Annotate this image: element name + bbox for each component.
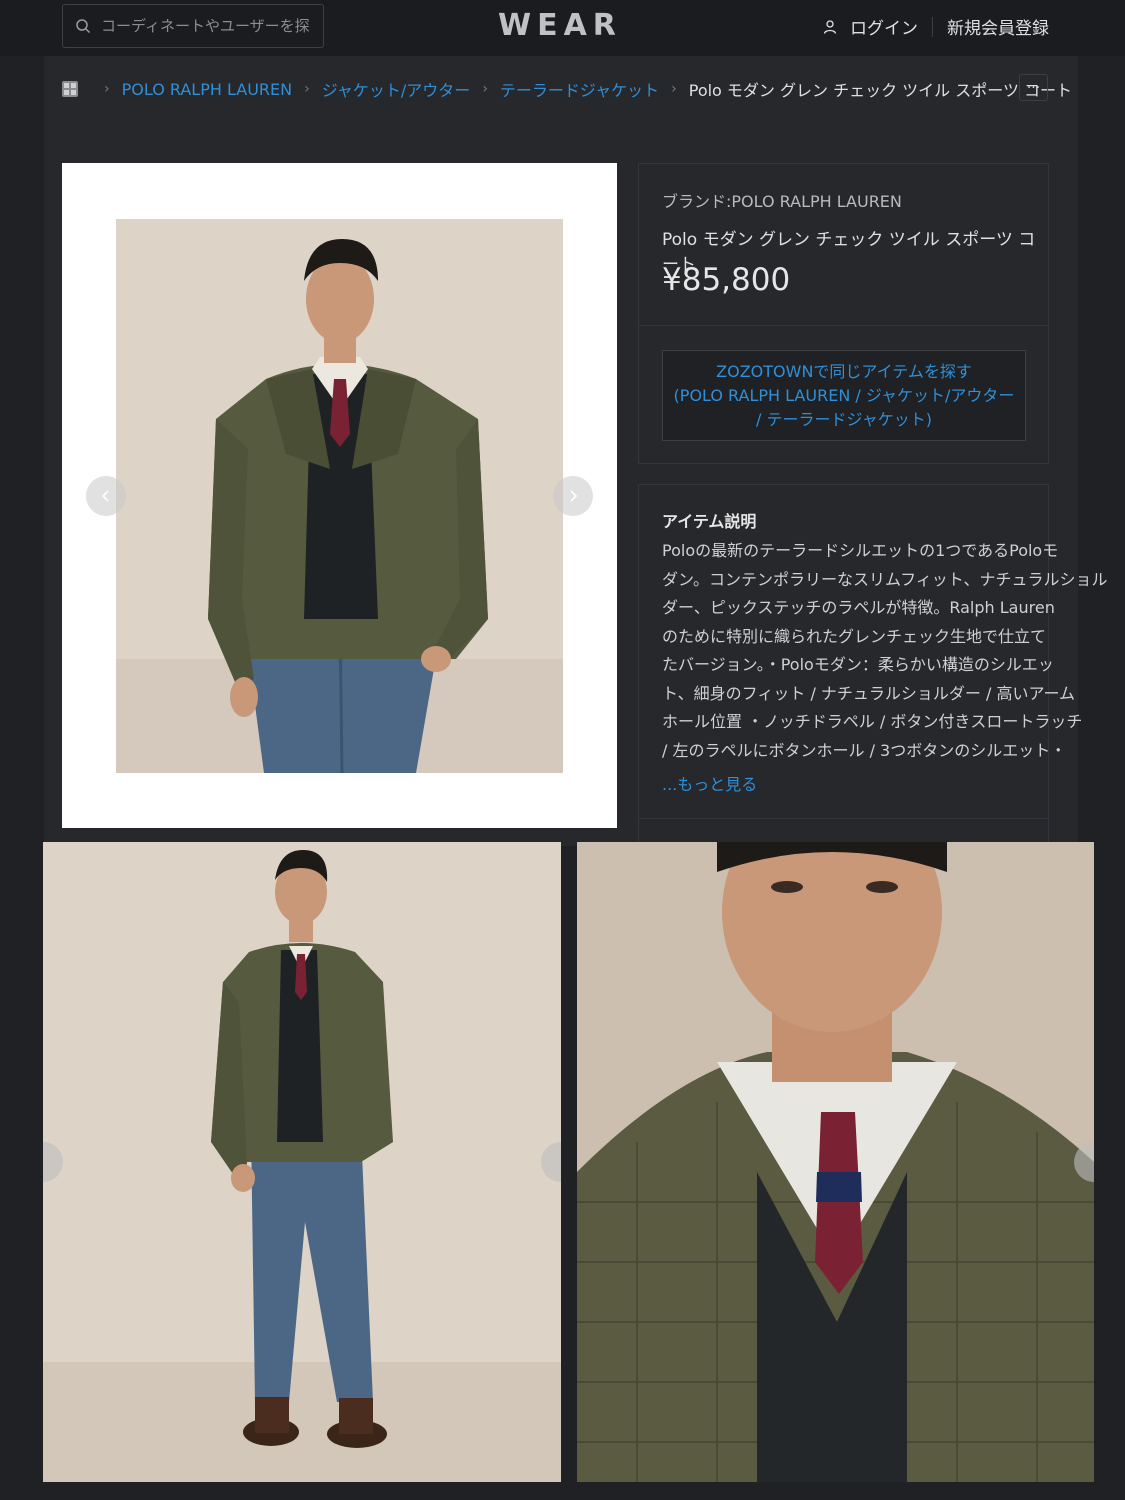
- more-options-button[interactable]: ···: [1019, 74, 1048, 101]
- product-photo-full-body: [43, 842, 561, 1482]
- search-box[interactable]: [62, 4, 324, 48]
- item-description-card: アイテム説明 Poloの最新のテーラードシルエットの1つであるPoloモ ダン。…: [638, 484, 1108, 846]
- login-link[interactable]: ログイン: [822, 14, 918, 39]
- description-line: たバージョン。・Poloモダン：柔らかい構造のシルエッ: [662, 655, 1054, 674]
- divider: [639, 818, 1048, 819]
- next-image-button[interactable]: [553, 476, 593, 516]
- header-account-links: ログイン 新規会員登録: [822, 14, 1049, 39]
- user-icon: [823, 19, 837, 34]
- site-header: WEAR ログイン 新規会員登録: [0, 0, 1125, 56]
- register-link[interactable]: 新規会員登録: [947, 14, 1049, 39]
- description-line: / 左のラペルにボタンホール / 3つボタンのシルエット・: [662, 740, 1067, 760]
- description-line: のために特別に織られたグレンチェック生地で仕立て: [662, 626, 1047, 646]
- product-photo-main: [116, 219, 563, 773]
- zozo-button-line: / テーラードジャケット): [756, 409, 932, 429]
- product-brand: ブランド:POLO RALPH LAUREN: [662, 192, 902, 211]
- chevron-right-icon: [570, 490, 578, 502]
- divider: [639, 325, 1048, 326]
- product-info-card: ブランド:POLO RALPH LAUREN Polo モダン グレン チェック…: [638, 163, 1049, 464]
- product-photo-closeup: [577, 842, 1094, 1482]
- breadcrumb: › POLO RALPH LAUREN › ジャケット/アウター › テーラード…: [62, 76, 1072, 102]
- login-label: ログイン: [850, 19, 918, 39]
- home-icon[interactable]: [62, 81, 78, 97]
- chevron-right-icon: ›: [482, 81, 488, 97]
- description-line: ダン。コンテンポラリーなスリムフィット、ナチュラルショル: [662, 569, 1108, 589]
- description-line: ホール位置 ・ノッチドラペル / ボタン付きスロートラッチ: [662, 712, 1083, 731]
- header-separator: [932, 16, 933, 37]
- breadcrumb-subcategory[interactable]: テーラードジャケット: [500, 77, 659, 101]
- description-line: ト、細身のフィット / ナチュラルショルダー / 高いアーム: [662, 683, 1076, 703]
- description-line: Poloの最新のテーラードシルエットの1つであるPoloモ: [662, 541, 1059, 560]
- chevron-right-icon: ›: [104, 81, 110, 97]
- read-more-link[interactable]: ...もっと見る: [662, 771, 757, 795]
- chevron-right-icon: ›: [304, 81, 310, 97]
- zozo-button-line: ZOZOTOWNで同じアイテムを探す: [716, 361, 972, 381]
- chevron-right-icon: ›: [671, 81, 677, 97]
- zozo-button-line: (POLO RALPH LAUREN / ジャケット/アウター: [673, 385, 1015, 405]
- description-title: アイテム説明: [662, 512, 757, 531]
- breadcrumb-category[interactable]: ジャケット/アウター: [322, 77, 471, 101]
- wear-logo[interactable]: WEAR: [498, 8, 622, 43]
- chevron-left-icon: [101, 490, 109, 502]
- search-icon: [76, 19, 91, 34]
- zozotown-search-button[interactable]: ZOZOTOWNで同じアイテムを探す (POLO RALPH LAUREN / …: [662, 350, 1026, 441]
- description-body: Poloの最新のテーラードシルエットの1つであるPoloモ ダン。コンテンポラリ…: [662, 537, 1108, 765]
- product-price: ¥85,800: [662, 262, 791, 298]
- prev-image-button[interactable]: [86, 476, 126, 516]
- breadcrumb-brand[interactable]: POLO RALPH LAUREN: [122, 80, 293, 99]
- search-input[interactable]: [99, 16, 313, 36]
- description-line: ダー、ピックステッチのラペルが特徴。Ralph Lauren: [662, 598, 1055, 617]
- breadcrumb-current: Polo モダン グレン チェック ツイル スポーツ コート: [688, 81, 1073, 100]
